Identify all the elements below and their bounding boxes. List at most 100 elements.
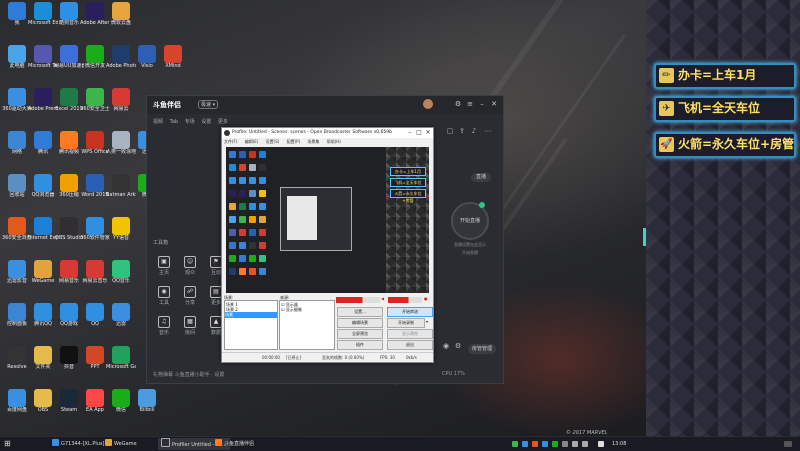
start-recording-button[interactable]: 开始录制 xyxy=(387,318,425,328)
edit-scene-button[interactable]: 编辑场景 xyxy=(337,318,383,328)
clock[interactable]: 13:08 xyxy=(612,438,626,450)
desktop-icon[interactable]: 迅雷 xyxy=(106,303,136,339)
tab-0[interactable]: 视频 xyxy=(153,119,163,125)
avatar[interactable] xyxy=(423,99,433,109)
desktop-icon[interactable]: QQ音乐 xyxy=(106,260,136,296)
app-icon xyxy=(215,439,222,446)
live-control-panel: ▢ ⇪ ♪ ⋯ 直播 开始直播 直播设置在此显示 开始直播 ◉ ⚙ xyxy=(437,114,503,383)
app-icon xyxy=(34,174,52,192)
fullscreen-preview-button[interactable]: 全屏预览 xyxy=(337,329,383,339)
share-icon[interactable]: ⇪ xyxy=(457,126,467,136)
desktop-icon[interactable]: Microsoft Gaming xyxy=(106,346,136,382)
desktop-icon[interactable]: 网易云 xyxy=(106,88,136,124)
obs-window[interactable]: Profile: Untitled - Scenes: scenes - Ope… xyxy=(221,127,434,363)
close-icon[interactable]: ✕ xyxy=(489,99,499,109)
desktop-icon[interactable]: 微软云盘 xyxy=(106,2,136,38)
start-live-label: 开始直播 xyxy=(459,218,480,224)
settings-icon[interactable]: ⚙ xyxy=(453,99,463,109)
app-icon xyxy=(86,174,104,192)
menu-profile[interactable]: 配置(P) xyxy=(287,139,301,144)
obs-icon xyxy=(161,438,170,447)
app-icon xyxy=(60,303,78,321)
start-streaming-button[interactable]: 开始串流 xyxy=(387,307,433,317)
status-dot xyxy=(479,202,485,208)
tray-icon[interactable] xyxy=(512,441,518,447)
scene-item-selected[interactable]: 场景 xyxy=(225,312,277,318)
side-tool-item[interactable]: ☍ 分享 xyxy=(177,286,203,306)
network-icon[interactable] xyxy=(572,441,578,447)
sources-list[interactable]: ☑ 显示器 ☑ 显示摄像 xyxy=(279,300,335,350)
obs-close-icon[interactable]: ✕ xyxy=(424,128,432,138)
app-icon xyxy=(60,2,78,20)
app-icon xyxy=(138,389,156,407)
taskbar-item[interactable]: WeGame xyxy=(105,438,137,450)
side-tool-item[interactable]: ☺ 观众 xyxy=(177,256,203,276)
obs-titlebar[interactable]: Profile: Untitled - Scenes: scenes - Ope… xyxy=(222,128,433,138)
tab-2[interactable]: 专场 xyxy=(185,119,195,125)
app-titlebar[interactable]: 斗鱼伴侣 极速 ▾ ⚙ ≡ – ✕ xyxy=(147,96,503,114)
desktop-icon[interactable]: Bilibili xyxy=(132,389,162,425)
tray-icon[interactable] xyxy=(522,441,528,447)
more-icon[interactable]: ⋯ xyxy=(483,126,493,136)
side-tool-item[interactable]: ▦ 房间 xyxy=(177,316,203,336)
tab-4[interactable]: 更多 xyxy=(218,119,228,125)
preview-icon xyxy=(249,190,256,197)
obs-menubar: 文件(F) 编辑(E) 设置(S) 配置(P) 场景集 帮助(H) xyxy=(224,139,347,145)
tray-icon[interactable] xyxy=(552,441,558,447)
obs-preview[interactable]: 办卡=上车1月 飞机=全天车位 火箭=永久车位+房管 xyxy=(226,147,429,293)
chevron-down-icon[interactable]: ▾ xyxy=(426,319,428,324)
menu-scenes[interactable]: 场景集 xyxy=(307,139,319,144)
exit-button[interactable]: 退出 xyxy=(387,340,433,350)
tab-3[interactable]: 设置 xyxy=(201,119,211,125)
obs-maximize-icon[interactable]: □ xyxy=(415,128,423,138)
app-icon xyxy=(8,131,26,149)
sound-icon[interactable]: ◉ xyxy=(441,341,451,351)
source-item[interactable]: ☑ 显示摄像 xyxy=(281,307,302,313)
tray-icon[interactable] xyxy=(562,441,568,447)
side-tool-item[interactable]: ◉ 工具 xyxy=(151,286,177,306)
bell-icon[interactable]: ♪ xyxy=(469,126,479,136)
live-button[interactable]: 直播 xyxy=(471,173,491,182)
obs-minimize-icon[interactable]: – xyxy=(406,128,414,138)
lock-icon[interactable]: ▢ xyxy=(445,126,455,136)
desktop-icon[interactable]: YY语音 xyxy=(106,217,136,253)
menu-icon[interactable]: ≡ xyxy=(465,99,475,109)
input-method-icon[interactable] xyxy=(598,441,604,447)
overlay-item-text: 火箭=永久车位+房管 xyxy=(678,137,795,151)
app-icon xyxy=(112,88,130,106)
obs-logo-icon xyxy=(224,130,230,136)
app-icon xyxy=(34,217,52,235)
volume-icon[interactable] xyxy=(582,441,588,447)
tab-1[interactable]: Tab xyxy=(170,119,178,125)
app-icon xyxy=(8,346,26,364)
bottom-links[interactable]: 礼物弹幕 斗鱼直播小助手 · 设置 xyxy=(153,371,224,378)
tray-icon[interactable] xyxy=(532,441,538,447)
taskbar-item[interactable]: 斗鱼直播伴侣 xyxy=(215,438,254,450)
show-preview-button[interactable]: 显示预览 xyxy=(387,329,433,339)
speaker-icon[interactable]: ◀ xyxy=(381,296,384,301)
version-dropdown[interactable]: 极速 ▾ xyxy=(198,100,219,109)
preview-icon xyxy=(229,190,236,197)
menu-settings[interactable]: 设置(S) xyxy=(266,139,280,144)
windows-start-icon[interactable]: ⊞ xyxy=(4,438,11,450)
side-tool-item[interactable]: ♫ 音乐 xyxy=(151,316,177,336)
settings-button[interactable]: 设置... xyxy=(337,307,383,317)
taskbar-item[interactable]: G71344-[XL.Plus] xyxy=(52,438,104,450)
preview-icon xyxy=(249,151,256,158)
mic-icon[interactable]: ● xyxy=(424,296,428,301)
tray-icon[interactable] xyxy=(542,441,548,447)
minimize-icon[interactable]: – xyxy=(477,99,487,109)
menu-help[interactable]: 帮助(H) xyxy=(327,139,341,144)
room-manager-button[interactable]: 房管管理 xyxy=(468,344,496,354)
menu-edit[interactable]: 编辑(E) xyxy=(245,139,259,144)
app-logo: 斗鱼伴侣 xyxy=(153,101,181,109)
menu-file[interactable]: 文件(F) xyxy=(224,139,237,144)
gear-icon[interactable]: ⚙ xyxy=(453,341,463,351)
preview-icon xyxy=(259,242,266,249)
notification-icon[interactable] xyxy=(784,441,792,447)
plugins-button[interactable]: 插件 xyxy=(337,340,383,350)
scenes-list[interactable]: 场景 1 场景 2 场景 xyxy=(224,300,278,350)
app-icon xyxy=(86,217,104,235)
side-tool-item[interactable]: ▣ 主页 xyxy=(151,256,177,276)
desktop-icon[interactable]: XMind xyxy=(158,45,188,81)
